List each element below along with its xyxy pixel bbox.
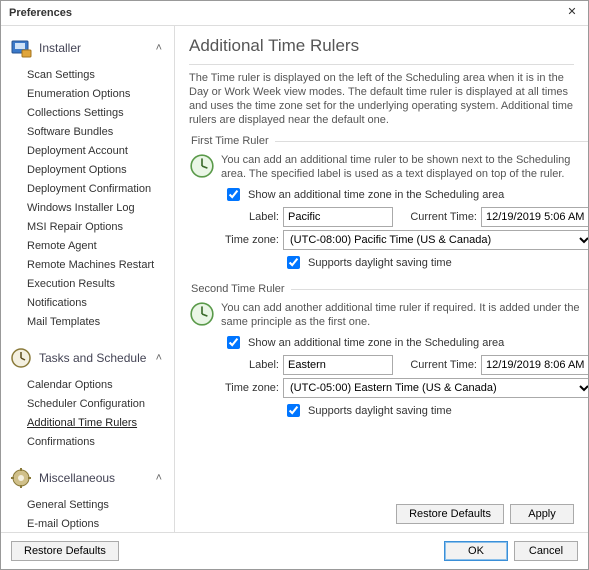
second-label-input[interactable] [283,355,393,375]
first-label-input[interactable] [283,207,393,227]
first-ruler-legend: First Time Ruler [189,135,275,147]
second-ruler-group: Second Time Ruler You can add another ad… [189,283,588,425]
second-current-time [481,355,588,375]
category-installer[interactable]: Installer ˄ [9,32,170,66]
first-tz-select[interactable]: (UTC-08:00) Pacific Time (US & Canada) [283,230,588,250]
first-current-label: Current Time: [401,211,477,223]
preferences-window: Preferences ✕ Installer ˄ Scan Settings … [0,0,589,570]
sidebar-item[interactable]: Enumeration Options [27,85,170,104]
panel-restore-defaults-button[interactable]: Restore Defaults [396,504,504,524]
second-dst-label: Supports daylight saving time [308,405,452,417]
close-icon[interactable]: ✕ [564,5,580,21]
second-show-checkbox[interactable] [227,336,240,349]
clock-icon [9,346,33,370]
category-tasks-schedule[interactable]: Tasks and Schedule ˄ [9,342,170,376]
second-ruler-legend: Second Time Ruler [189,283,291,295]
sidebar-item[interactable]: Confirmations [27,433,170,452]
sidebar-item[interactable]: MSI Repair Options [27,218,170,237]
main-panel: Additional Time Rulers The Time ruler is… [175,26,588,532]
second-dst-checkbox[interactable] [287,404,300,417]
clock-icon [189,153,215,179]
chevron-up-icon: ˄ [156,42,162,54]
category-installer-items: Scan Settings Enumeration Options Collec… [9,66,170,342]
sidebar-item[interactable]: Scheduler Configuration [27,395,170,414]
second-ruler-desc: You can add another additional time rule… [221,301,588,329]
page-heading: Additional Time Rulers [189,36,574,56]
sidebar-item[interactable]: E-mail Options [27,515,170,532]
clock-icon [189,301,215,327]
ok-button[interactable]: OK [444,541,508,561]
first-tz-label: Time zone: [223,234,279,246]
cancel-button[interactable]: Cancel [514,541,578,561]
second-current-label: Current Time: [401,359,477,371]
sidebar-item[interactable]: Execution Results [27,275,170,294]
category-tasks-items: Calendar Options Scheduler Configuration… [9,376,170,462]
sidebar-item[interactable]: Notifications [27,294,170,313]
first-dst-checkbox[interactable] [287,256,300,269]
category-label: Installer [39,41,81,55]
sidebar-item[interactable]: Scan Settings [27,66,170,85]
first-show-checkbox[interactable] [227,188,240,201]
second-tz-label: Time zone: [223,382,279,394]
sidebar-item[interactable]: Collections Settings [27,104,170,123]
sidebar-item[interactable]: Remote Agent [27,237,170,256]
titlebar: Preferences ✕ [1,1,588,26]
dialog-footer: Restore Defaults OK Cancel [1,532,588,569]
category-miscellaneous[interactable]: Miscellaneous ˄ [9,462,170,496]
divider [189,64,574,65]
sidebar-item[interactable]: Mail Templates [27,313,170,332]
installer-icon [9,36,33,60]
sidebar-item-additional-time-rulers[interactable]: Additional Time Rulers [27,414,170,433]
category-label: Miscellaneous [39,471,115,485]
chevron-up-icon: ˄ [156,472,162,484]
sidebar-item[interactable]: Software Bundles [27,123,170,142]
window-title: Preferences [9,7,564,19]
sidebar-item[interactable]: Deployment Confirmation [27,180,170,199]
first-ruler-group: First Time Ruler You can add an addition… [189,135,588,277]
first-dst-label: Supports daylight saving time [308,257,452,269]
global-restore-defaults-button[interactable]: Restore Defaults [11,541,119,561]
category-misc-items: General Settings E-mail Options Program … [9,496,170,532]
sidebar: Installer ˄ Scan Settings Enumeration Op… [1,26,175,532]
category-label: Tasks and Schedule [39,351,146,365]
first-current-time [481,207,588,227]
sidebar-item[interactable]: Calendar Options [27,376,170,395]
sidebar-item[interactable]: Windows Installer Log [27,199,170,218]
gear-icon [9,466,33,490]
second-label-label: Label: [223,359,279,371]
first-show-label: Show an additional time zone in the Sche… [248,189,504,201]
first-ruler-desc: You can add an additional time ruler to … [221,153,588,181]
intro-text: The Time ruler is displayed on the left … [189,71,574,127]
apply-button[interactable]: Apply [510,504,574,524]
second-tz-select[interactable]: (UTC-05:00) Eastern Time (US & Canada) [283,378,588,398]
sidebar-item[interactable]: Remote Machines Restart [27,256,170,275]
first-label-label: Label: [223,211,279,223]
sidebar-item[interactable]: Deployment Account [27,142,170,161]
sidebar-item[interactable]: Deployment Options [27,161,170,180]
second-show-label: Show an additional time zone in the Sche… [248,337,504,349]
chevron-up-icon: ˄ [156,352,162,364]
sidebar-item[interactable]: General Settings [27,496,170,515]
